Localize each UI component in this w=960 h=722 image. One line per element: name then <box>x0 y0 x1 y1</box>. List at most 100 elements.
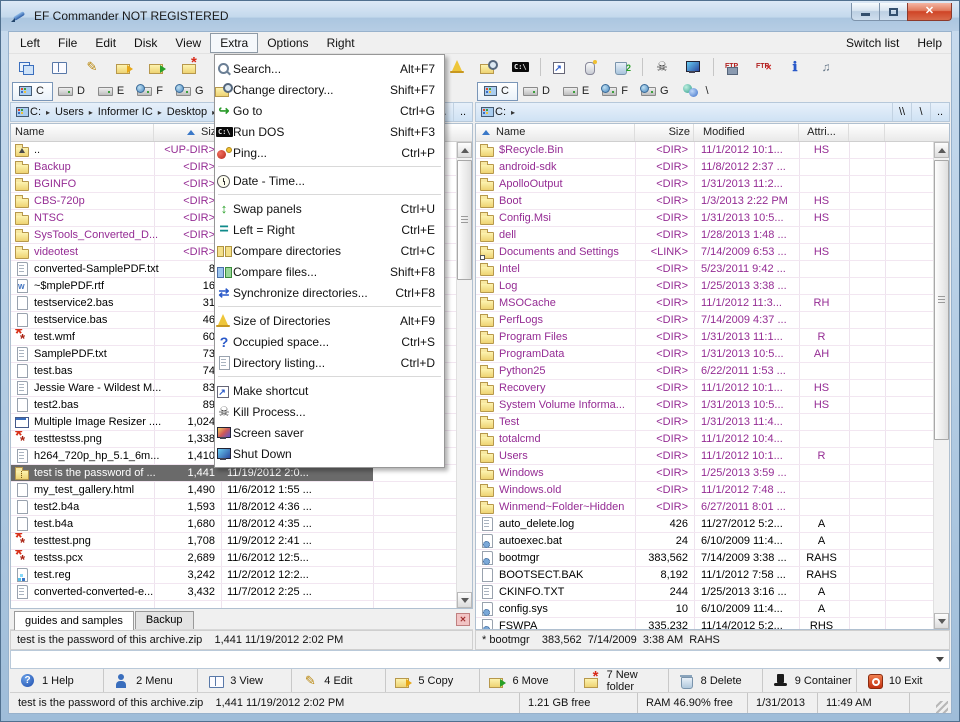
right-vertical-scrollbar[interactable] <box>933 142 949 629</box>
menu-item-go-to[interactable]: Go toCtrl+G <box>215 100 444 121</box>
folder-row[interactable]: Log<DIR>1/25/2013 3:38 ... <box>476 278 933 295</box>
file-row[interactable]: auto_delete.log42611/27/2012 5:2...A <box>476 516 933 533</box>
folder-row[interactable]: PerfLogs<DIR>7/14/2009 4:37 ... <box>476 312 933 329</box>
folder-tab-guides-and-samples[interactable]: guides and samples <box>14 611 134 630</box>
menu-item-date-time[interactable]: Date - Time... <box>215 170 444 191</box>
file-row[interactable]: test.b4a1,68011/8/2012 4:35 ... <box>11 516 456 533</box>
menubar-item-extra[interactable]: Extra <box>210 33 258 53</box>
right-network-button[interactable]: \ <box>677 82 717 101</box>
left-drive-tab-e[interactable]: E <box>93 82 132 101</box>
left-drive-tab-f[interactable]: F <box>132 82 171 101</box>
menu-item-occupied-space[interactable]: Occupied space...Ctrl+S <box>215 331 444 352</box>
close-tab-button[interactable] <box>456 613 470 626</box>
menu-item-size-of-directories[interactable]: Size of DirectoriesAlt+F9 <box>215 310 444 331</box>
folder-search-button[interactable] <box>476 56 502 78</box>
fkey-5-copy[interactable]: 5 Copy <box>386 669 480 692</box>
folder-row[interactable]: dell<DIR>1/28/2013 1:48 ... <box>476 227 933 244</box>
shortcut-button[interactable] <box>547 56 573 78</box>
new-folder-button[interactable] <box>178 56 204 78</box>
right-path-button-root[interactable]: \ <box>911 103 930 121</box>
folder-row[interactable]: Recovery<DIR>11/1/2012 10:1...HS <box>476 380 933 397</box>
left-vertical-scrollbar[interactable] <box>456 142 472 608</box>
folder-row[interactable]: Windows.old<DIR>11/1/2012 7:48 ... <box>476 482 933 499</box>
menu-item-left-right[interactable]: Left = RightCtrl+E <box>215 219 444 240</box>
right-drive-tab-f[interactable]: F <box>597 82 636 101</box>
menu-item-compare-directories[interactable]: Compare directoriesCtrl+C <box>215 240 444 261</box>
edit-button[interactable] <box>79 56 105 78</box>
folder-row[interactable]: Program Files<DIR>1/31/2013 11:1...R <box>476 329 933 346</box>
fkey-9-container[interactable]: 9 Container <box>763 669 857 692</box>
file-row[interactable]: bootmgr383,5627/14/2009 3:38 ...RAHS <box>476 550 933 567</box>
mouse-button[interactable] <box>578 56 604 78</box>
column-header-name[interactable]: Name <box>15 124 44 141</box>
fkey-8-delete[interactable]: 8 Delete <box>669 669 763 692</box>
left-path-segment[interactable]: C: <box>29 106 54 118</box>
cone-button[interactable] <box>445 56 471 78</box>
menubar-item-help[interactable]: Help <box>908 33 951 53</box>
folder-row[interactable]: Test<DIR>1/31/2013 11:4... <box>476 414 933 431</box>
info-button[interactable] <box>782 56 808 78</box>
left-drive-tab-c[interactable]: C <box>12 82 53 101</box>
file-row[interactable]: config.sys106/10/2009 11:4...A <box>476 601 933 618</box>
file-row[interactable]: testss.pcx2,68911/6/2012 12:5... <box>11 550 456 567</box>
left-path-segment[interactable]: Users <box>54 106 97 118</box>
file-row[interactable]: converted-converted-e...3,43211/7/2012 2… <box>11 584 456 601</box>
command-line[interactable]: C:\Users\...er IC\Desktop\guides and sam… <box>10 650 950 669</box>
fkey-3-view[interactable]: 3 View <box>198 669 292 692</box>
menu-item-kill-process[interactable]: Kill Process... <box>215 401 444 422</box>
menu-item-synchronize-directories[interactable]: Synchronize directories...Ctrl+F8 <box>215 282 444 303</box>
menu-item-change-directory[interactable]: Change directory...Shift+F7 <box>215 79 444 100</box>
ftp-disconnect-button[interactable] <box>751 56 777 78</box>
folder-row[interactable]: $Recycle.Bin<DIR>11/1/2012 10:1...HS <box>476 142 933 159</box>
menubar-item-disk[interactable]: Disk <box>125 33 166 53</box>
folder-row[interactable]: ApolloOutput<DIR>1/31/2013 11:2... <box>476 176 933 193</box>
move-folder-button[interactable] <box>145 56 171 78</box>
recycle-button[interactable] <box>609 56 635 78</box>
right-drive-tab-c[interactable]: C <box>477 82 518 101</box>
left-path-segment[interactable]: Desktop <box>166 106 220 118</box>
scroll-up-button[interactable] <box>934 142 949 158</box>
copy-folder-button[interactable] <box>112 56 138 78</box>
menubar-item-switch-list[interactable]: Switch list <box>837 33 908 53</box>
minimize-button[interactable] <box>851 3 880 21</box>
shut-down-button[interactable] <box>680 56 706 78</box>
file-row[interactable]: testtest.png1,70811/9/2012 2:41 ... <box>11 533 456 550</box>
left-drive-tab-g[interactable]: G <box>171 82 212 101</box>
folder-row[interactable]: ProgramData<DIR>1/31/2013 10:5...AH <box>476 346 933 363</box>
menu-item-run-dos[interactable]: Run DOSShift+F3 <box>215 121 444 142</box>
title-bar[interactable]: EF Commander NOT REGISTERED ✕ <box>1 1 959 31</box>
maximize-button[interactable] <box>880 3 907 21</box>
folder-row[interactable]: android-sdk<DIR>11/8/2012 2:37 ... <box>476 159 933 176</box>
left-path-button-updir[interactable]: .. <box>453 103 472 121</box>
resize-grip[interactable] <box>936 701 948 713</box>
folder-row[interactable]: Winmend~Folder~Hidden<DIR>6/27/2011 8:01… <box>476 499 933 516</box>
folder-row[interactable]: Config.Msi<DIR>1/31/2013 10:5...HS <box>476 210 933 227</box>
right-drive-tab-e[interactable]: E <box>558 82 597 101</box>
right-drive-tab-g[interactable]: G <box>636 82 677 101</box>
fkey-4-edit[interactable]: 4 Edit <box>292 669 386 692</box>
folder-row[interactable]: totalcmd<DIR>11/1/2012 10:4... <box>476 431 933 448</box>
left-path-segment[interactable]: Informer IC <box>97 106 166 118</box>
folder-row[interactable]: Intel<DIR>5/23/2011 9:42 ... <box>476 261 933 278</box>
folder-row[interactable]: Documents and Settings<LINK>7/14/2009 6:… <box>476 244 933 261</box>
folder-row[interactable]: Windows<DIR>1/25/2013 3:59 ... <box>476 465 933 482</box>
file-row[interactable]: test2.b4a1,59311/8/2012 4:36 ... <box>11 499 456 516</box>
menubar-item-file[interactable]: File <box>49 33 86 53</box>
fkey-10-exit[interactable]: 10 Exit <box>857 669 950 692</box>
close-button[interactable]: ✕ <box>907 3 952 21</box>
menu-item-compare-files[interactable]: Compare files...Shift+F8 <box>215 261 444 282</box>
ftp-connect-button[interactable] <box>720 56 746 78</box>
scroll-down-button[interactable] <box>934 613 949 629</box>
menubar-item-left[interactable]: Left <box>11 33 49 53</box>
fkey-7-new-folder[interactable]: 7 New folder <box>575 669 669 692</box>
menu-item-directory-listing[interactable]: Directory listing...Ctrl+D <box>215 352 444 373</box>
file-row[interactable]: BOOTSECT.BAK8,19211/1/2012 7:58 ...RAHS <box>476 567 933 584</box>
menu-item-swap-panels[interactable]: Swap panelsCtrl+U <box>215 198 444 219</box>
folder-row[interactable]: Python25<DIR>6/22/2011 1:53 ... <box>476 363 933 380</box>
menu-item-screen-saver[interactable]: Screen saver <box>215 422 444 443</box>
kill-process-button[interactable] <box>649 56 675 78</box>
column-header-modified[interactable]: Modified <box>703 124 745 141</box>
right-path-button-root[interactable]: \\ <box>892 103 911 121</box>
file-row[interactable]: FSWPA335,23211/14/2012 5:2...RHS <box>476 618 933 629</box>
right-path-button-updir[interactable]: .. <box>930 103 949 121</box>
